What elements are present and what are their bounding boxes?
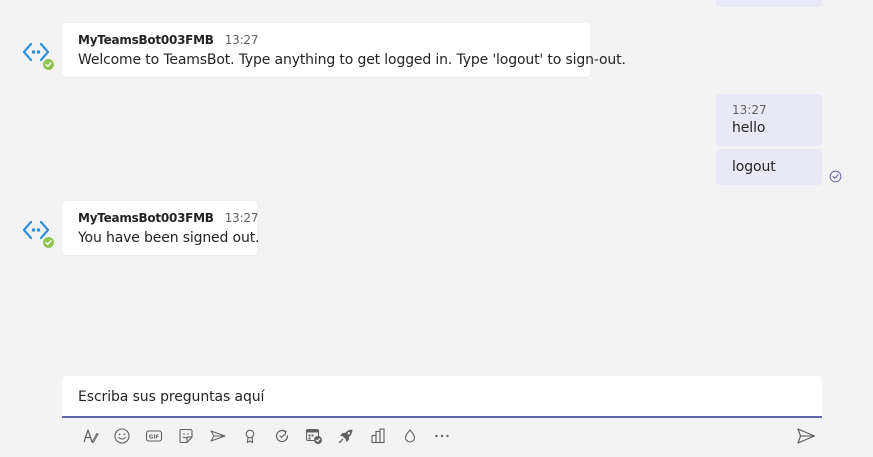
message-sender: MyTeamsBot003FMB [78,211,214,225]
more-options-icon [435,434,449,438]
gif-button[interactable]: GIF [138,425,170,447]
available-status-icon [41,57,56,72]
bulb-icon [404,429,416,443]
bot-message-bubble: MyTeamsBot003FMB 13:27 Welcome to TeamsB… [62,23,626,77]
gif-icon: GIF [145,430,163,442]
bot-avatar[interactable] [22,38,56,72]
bot-avatar[interactable] [22,216,56,250]
format-icon [83,429,99,444]
svg-text:GIF: GIF [149,435,160,441]
compose-box[interactable]: Escriba sus preguntas aquí [62,376,822,418]
app-button[interactable] [330,425,362,447]
app-icon [338,429,353,444]
schedule-button[interactable] [298,425,330,447]
loop-icon [275,429,289,443]
message-sender: MyTeamsBot003FMB [78,33,214,47]
insights-icon [371,428,385,444]
more-options-button[interactable] [426,425,458,447]
my-message-bubble: logout [716,149,822,185]
emoji-button[interactable] [106,425,138,447]
message-text: Welcome to TeamsBot. Type anything to ge… [78,52,626,68]
emoji-icon [114,428,130,444]
previous-message-bubble [716,0,822,7]
sticker-button[interactable] [170,425,202,447]
message-text: logout [732,159,776,175]
my-message-bubble: 13:27 hello [716,94,822,146]
message-timestamp: 13:27 [224,211,259,225]
bot-message-bubble: MyTeamsBot003FMB 13:27 You have been sig… [62,201,260,255]
compose-toolbar: GIF [74,425,458,447]
available-status-icon [41,235,56,250]
message-text: You have been signed out. [78,230,260,246]
loop-button[interactable] [266,425,298,447]
meet-now-icon [210,430,226,442]
message-timestamp: 13:27 [224,33,259,47]
meet-now-button[interactable] [202,425,234,447]
send-button[interactable] [794,425,818,447]
praise-button[interactable] [234,425,266,447]
schedule-icon [305,428,322,444]
seen-receipt-icon [829,170,842,183]
message-timestamp: 13:27 [732,103,767,117]
bulb-button[interactable] [394,425,426,447]
message-text: hello [732,120,766,136]
praise-icon [245,429,255,444]
format-button[interactable] [74,425,106,447]
compose-input[interactable]: Escriba sus preguntas aquí [78,389,264,405]
send-icon [797,428,816,444]
insights-button[interactable] [362,425,394,447]
sticker-icon [179,428,193,444]
